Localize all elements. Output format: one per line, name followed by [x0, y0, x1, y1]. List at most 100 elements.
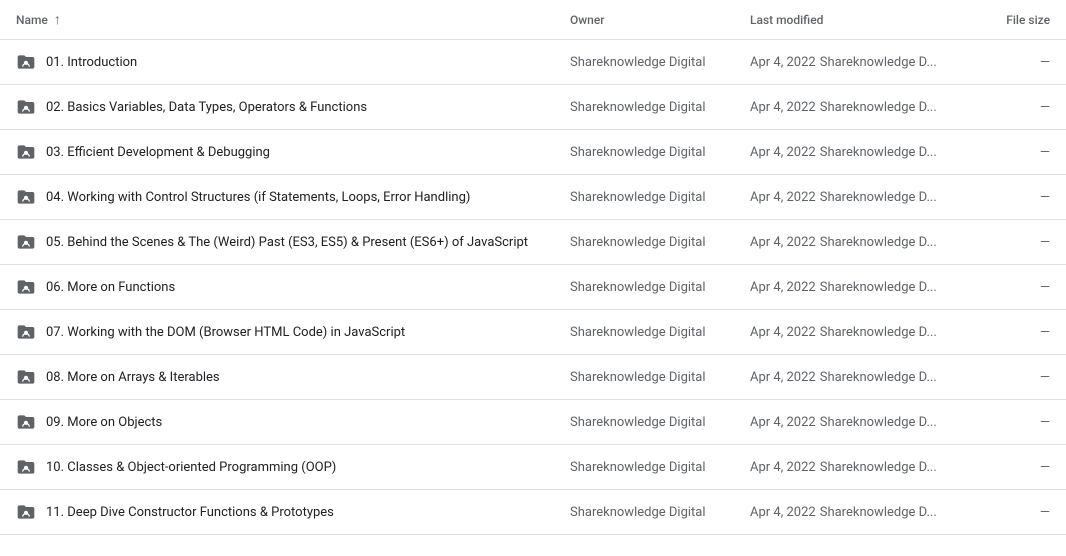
row-size-cell: —	[970, 280, 1050, 295]
sort-ascending-icon: ↑	[54, 11, 61, 28]
folder-shared-icon	[16, 322, 36, 342]
row-size-cell: —	[970, 460, 1050, 475]
row-name-cell: 08. More on Arrays & Iterables	[16, 367, 570, 387]
table-row[interactable]: 03. Efficient Development & Debugging Sh…	[0, 130, 1066, 175]
modified-by: Shareknowledge D...	[820, 145, 937, 160]
row-name-label: 07. Working with the DOM (Browser HTML C…	[46, 325, 405, 340]
modified-date: Apr 4, 2022	[750, 145, 816, 160]
row-name-label: 09. More on Objects	[46, 415, 162, 430]
row-name-cell: 11. Deep Dive Constructor Functions & Pr…	[16, 502, 570, 522]
modified-date: Apr 4, 2022	[750, 460, 816, 475]
folder-shared-icon	[16, 367, 36, 387]
column-modified-header: Last modified	[750, 13, 970, 27]
row-owner-cell: Shareknowledge Digital	[570, 370, 750, 385]
modified-date: Apr 4, 2022	[750, 235, 816, 250]
column-owner-header: Owner	[570, 13, 750, 27]
row-name-label: 05. Behind the Scenes & The (Weird) Past…	[46, 235, 528, 250]
modified-date: Apr 4, 2022	[750, 370, 816, 385]
column-name-header[interactable]: Name ↑	[16, 11, 570, 28]
modified-by: Shareknowledge D...	[820, 370, 937, 385]
row-size-cell: —	[970, 235, 1050, 250]
row-owner-cell: Shareknowledge Digital	[570, 505, 750, 520]
row-name-label: 02. Basics Variables, Data Types, Operat…	[46, 100, 367, 115]
row-name-label: 10. Classes & Object-oriented Programmin…	[46, 460, 336, 475]
folder-shared-icon	[16, 187, 36, 207]
row-name-cell: 05. Behind the Scenes & The (Weird) Past…	[16, 232, 570, 252]
row-modified-cell: Apr 4, 2022 Shareknowledge D...	[750, 325, 970, 340]
modified-by: Shareknowledge D...	[820, 415, 937, 430]
folder-shared-icon	[16, 97, 36, 117]
modified-date: Apr 4, 2022	[750, 325, 816, 340]
modified-by: Shareknowledge D...	[820, 460, 937, 475]
modified-by: Shareknowledge D...	[820, 100, 937, 115]
row-size-cell: —	[970, 415, 1050, 430]
modified-date: Apr 4, 2022	[750, 415, 816, 430]
table-row[interactable]: 07. Working with the DOM (Browser HTML C…	[0, 310, 1066, 355]
row-name-cell: 03. Efficient Development & Debugging	[16, 142, 570, 162]
table-row[interactable]: 04. Working with Control Structures (if …	[0, 175, 1066, 220]
folder-shared-icon	[16, 232, 36, 252]
table-row[interactable]: 06. More on Functions Shareknowledge Dig…	[0, 265, 1066, 310]
name-column-label: Name	[16, 13, 48, 27]
row-modified-cell: Apr 4, 2022 Shareknowledge D...	[750, 235, 970, 250]
row-modified-cell: Apr 4, 2022 Shareknowledge D...	[750, 55, 970, 70]
row-owner-cell: Shareknowledge Digital	[570, 235, 750, 250]
row-modified-cell: Apr 4, 2022 Shareknowledge D...	[750, 145, 970, 160]
row-owner-cell: Shareknowledge Digital	[570, 145, 750, 160]
row-owner-cell: Shareknowledge Digital	[570, 190, 750, 205]
modified-date: Apr 4, 2022	[750, 55, 816, 70]
owner-column-label: Owner	[570, 13, 605, 27]
modified-by: Shareknowledge D...	[820, 235, 937, 250]
row-name-cell: 04. Working with Control Structures (if …	[16, 187, 570, 207]
row-size-cell: —	[970, 190, 1050, 205]
folder-shared-icon	[16, 412, 36, 432]
table-row[interactable]: 05. Behind the Scenes & The (Weird) Past…	[0, 220, 1066, 265]
row-owner-cell: Shareknowledge Digital	[570, 280, 750, 295]
row-name-label: 01. Introduction	[46, 55, 137, 70]
file-table: Name ↑ Owner Last modified File size	[0, 0, 1066, 535]
row-name-label: 04. Working with Control Structures (if …	[46, 190, 470, 205]
row-modified-cell: Apr 4, 2022 Shareknowledge D...	[750, 280, 970, 295]
row-size-cell: —	[970, 55, 1050, 70]
row-name-cell: 07. Working with the DOM (Browser HTML C…	[16, 322, 570, 342]
row-modified-cell: Apr 4, 2022 Shareknowledge D...	[750, 370, 970, 385]
table-header: Name ↑ Owner Last modified File size	[0, 0, 1066, 40]
modified-date: Apr 4, 2022	[750, 505, 816, 520]
row-owner-cell: Shareknowledge Digital	[570, 100, 750, 115]
folder-shared-icon	[16, 277, 36, 297]
row-name-cell: 01. Introduction	[16, 52, 570, 72]
row-name-label: 08. More on Arrays & Iterables	[46, 370, 220, 385]
modified-date: Apr 4, 2022	[750, 280, 816, 295]
table-row[interactable]: 09. More on Objects Shareknowledge Digit…	[0, 400, 1066, 445]
folder-shared-icon	[16, 502, 36, 522]
folder-shared-icon	[16, 52, 36, 72]
row-name-cell: 09. More on Objects	[16, 412, 570, 432]
modified-date: Apr 4, 2022	[750, 100, 816, 115]
row-name-cell: 06. More on Functions	[16, 277, 570, 297]
modified-by: Shareknowledge D...	[820, 280, 937, 295]
row-owner-cell: Shareknowledge Digital	[570, 460, 750, 475]
table-row[interactable]: 10. Classes & Object-oriented Programmin…	[0, 445, 1066, 490]
modified-by: Shareknowledge D...	[820, 505, 937, 520]
row-modified-cell: Apr 4, 2022 Shareknowledge D...	[750, 460, 970, 475]
modified-date: Apr 4, 2022	[750, 190, 816, 205]
row-name-cell: 02. Basics Variables, Data Types, Operat…	[16, 97, 570, 117]
size-column-label: File size	[1006, 13, 1050, 27]
row-name-label: 11. Deep Dive Constructor Functions & Pr…	[46, 505, 334, 520]
table-row[interactable]: 08. More on Arrays & Iterables Shareknow…	[0, 355, 1066, 400]
modified-column-label: Last modified	[750, 13, 823, 27]
table-row[interactable]: 02. Basics Variables, Data Types, Operat…	[0, 85, 1066, 130]
column-size-header: File size	[970, 13, 1050, 27]
table-body: 01. Introduction Shareknowledge Digital …	[0, 40, 1066, 535]
row-size-cell: —	[970, 100, 1050, 115]
row-name-label: 03. Efficient Development & Debugging	[46, 145, 270, 160]
table-row[interactable]: 11. Deep Dive Constructor Functions & Pr…	[0, 490, 1066, 535]
folder-shared-icon	[16, 142, 36, 162]
folder-shared-icon	[16, 457, 36, 477]
row-modified-cell: Apr 4, 2022 Shareknowledge D...	[750, 190, 970, 205]
modified-by: Shareknowledge D...	[820, 325, 937, 340]
table-row[interactable]: 01. Introduction Shareknowledge Digital …	[0, 40, 1066, 85]
modified-by: Shareknowledge D...	[820, 55, 937, 70]
modified-by: Shareknowledge D...	[820, 190, 937, 205]
row-modified-cell: Apr 4, 2022 Shareknowledge D...	[750, 415, 970, 430]
